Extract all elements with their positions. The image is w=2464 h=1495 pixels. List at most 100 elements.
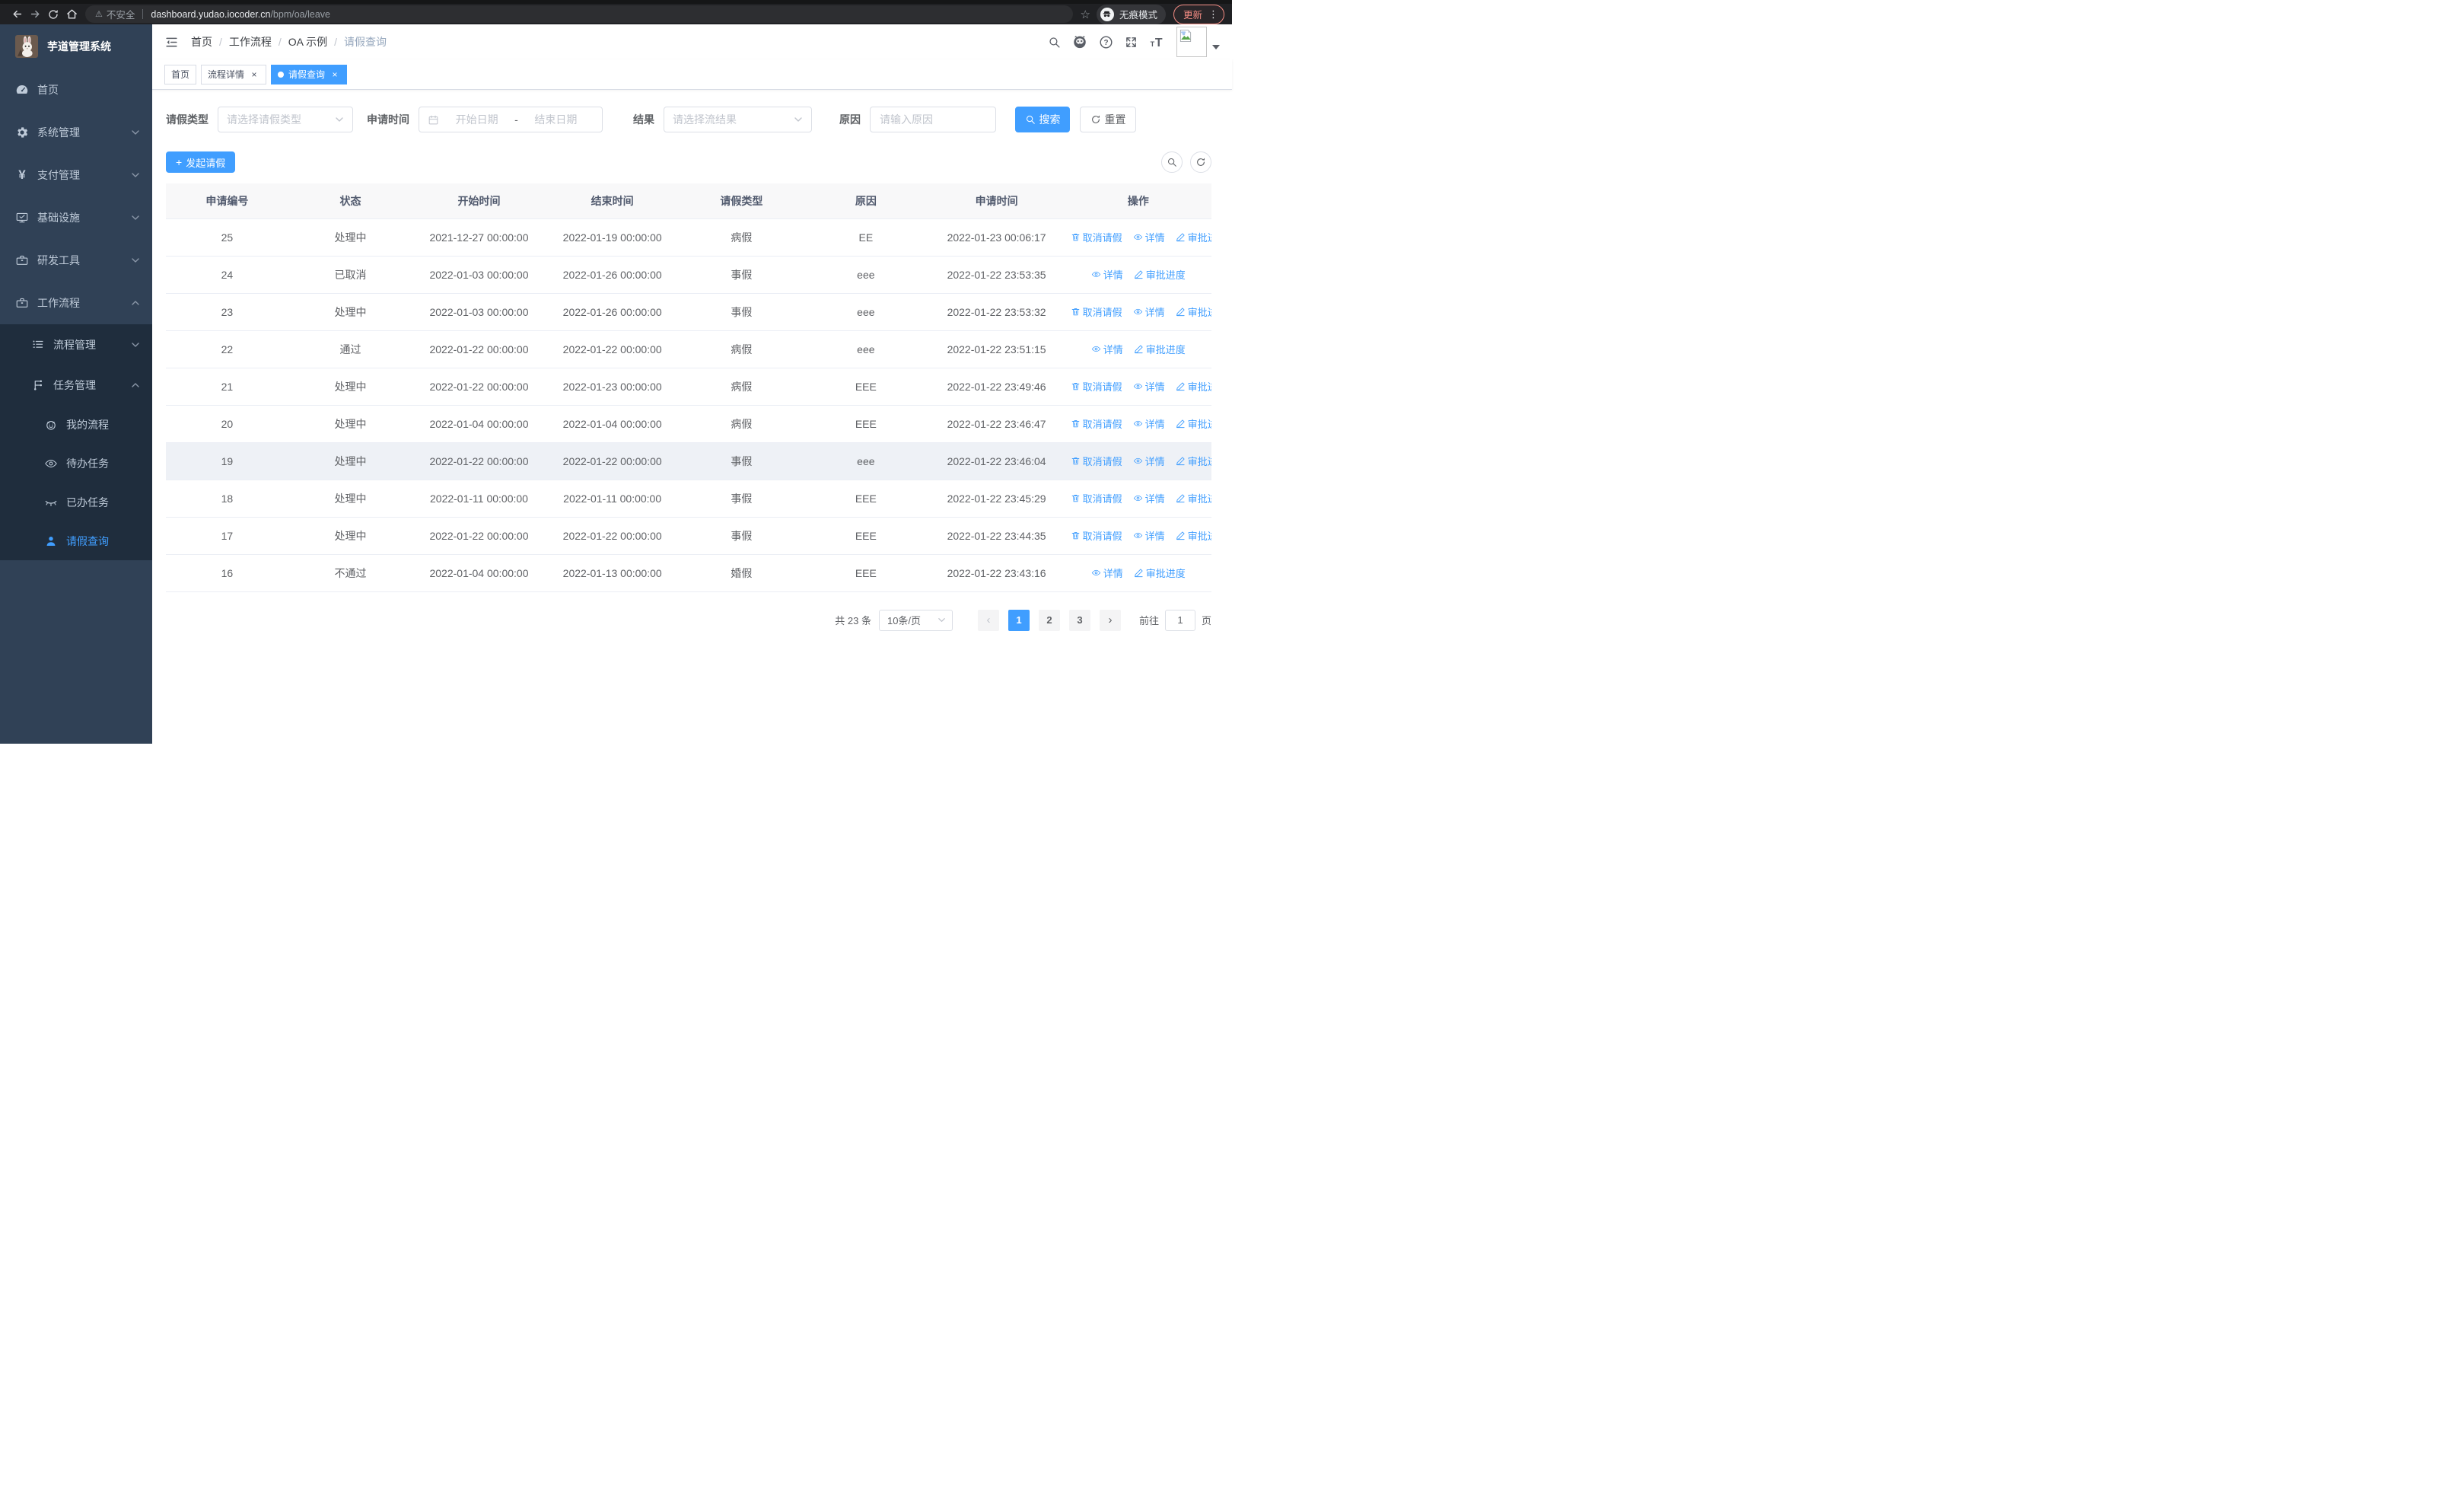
result-select[interactable]: 请选择流结果: [664, 107, 812, 132]
reason-input[interactable]: [871, 107, 995, 132]
cell-id: 23: [166, 293, 288, 331]
cancel-action-link[interactable]: 取消请假: [1071, 304, 1122, 319]
detail-action-link[interactable]: 详情: [1133, 491, 1165, 505]
detail-action-link[interactable]: 详情: [1133, 454, 1165, 468]
detail-action-link[interactable]: 详情: [1091, 342, 1123, 356]
sidebar-item-label: 支付管理: [37, 169, 80, 181]
cell-end-time: 2022-01-26 00:00:00: [545, 256, 680, 294]
cancel-action-link[interactable]: 取消请假: [1071, 528, 1122, 543]
cell-start-time: 2022-01-04 00:00:00: [412, 405, 546, 443]
github-icon[interactable]: [1072, 34, 1087, 49]
goto-suffix: 页: [1201, 615, 1211, 626]
sidebar-item-请假查询[interactable]: 请假查询: [0, 521, 152, 560]
help-icon[interactable]: [1099, 35, 1113, 49]
apply-time-range-picker[interactable]: 开始日期 - 结束日期: [419, 107, 603, 132]
sidebar-item-首页[interactable]: 首页: [0, 69, 152, 111]
browser-forward-icon[interactable]: [26, 5, 44, 24]
detail-action-link[interactable]: 详情: [1133, 304, 1165, 319]
progress-action-link[interactable]: 审批进度: [1134, 267, 1186, 282]
goto-page-input[interactable]: [1164, 609, 1195, 631]
progress-action-link[interactable]: 审批进度: [1176, 304, 1211, 319]
cell-start-time: 2022-01-04 00:00:00: [412, 554, 546, 592]
col-header-end: 结束时间: [545, 183, 680, 219]
browser-back-icon[interactable]: [8, 5, 26, 24]
refresh-table-button[interactable]: [1190, 151, 1211, 173]
detail-action-link[interactable]: 详情: [1133, 528, 1165, 543]
browser-reload-icon[interactable]: [44, 5, 62, 24]
cancel-action-link[interactable]: 取消请假: [1071, 230, 1122, 244]
breadcrumb-item[interactable]: 首页: [191, 34, 212, 49]
browser-update-button[interactable]: 更新 ⋮: [1173, 4, 1224, 24]
sidebar-item-任务管理[interactable]: 任务管理: [0, 365, 152, 405]
detail-action-link[interactable]: 详情: [1133, 230, 1165, 244]
start-date-placeholder[interactable]: 开始日期: [439, 112, 514, 127]
progress-action-link[interactable]: 审批进度: [1176, 230, 1211, 244]
sidebar-item-我的流程[interactable]: 我的流程: [0, 405, 152, 444]
detail-action-link[interactable]: 详情: [1133, 379, 1165, 394]
bookmark-star-icon[interactable]: ☆: [1081, 8, 1090, 21]
progress-action-link[interactable]: 审批进度: [1176, 454, 1211, 468]
cancel-action-link[interactable]: 取消请假: [1071, 379, 1122, 394]
cell-leave-type: 病假: [679, 218, 804, 257]
progress-action-link[interactable]: 审批进度: [1134, 342, 1186, 356]
fullscreen-icon[interactable]: [1125, 36, 1138, 49]
cancel-action-link[interactable]: 取消请假: [1071, 454, 1122, 468]
sidebar-item-研发工具[interactable]: 研发工具: [0, 239, 152, 282]
progress-action-link[interactable]: 审批进度: [1176, 379, 1211, 394]
close-icon[interactable]: ×: [329, 69, 340, 80]
sidebar-item-工作流程[interactable]: 工作流程: [0, 282, 152, 324]
app-logo[interactable]: 芋道管理系统: [0, 24, 152, 69]
progress-action-link[interactable]: 审批进度: [1176, 491, 1211, 505]
cell-leave-type: 病假: [679, 405, 804, 443]
col-header-actions: 操作: [1065, 183, 1211, 219]
tag-view-流程详情[interactable]: 流程详情 ×: [201, 64, 267, 84]
browser-menu-icon[interactable]: ⋮: [1208, 8, 1218, 21]
chevron-down-icon: [131, 340, 140, 349]
next-page-button[interactable]: ›: [1099, 609, 1121, 631]
tags-view-bar: 首页 × 流程详情 × 请假查询 ×: [152, 59, 1232, 90]
sidebar-item-流程管理[interactable]: 流程管理: [0, 324, 152, 365]
search-button[interactable]: 搜索: [1015, 107, 1070, 132]
cancel-action-link[interactable]: 取消请假: [1071, 491, 1122, 505]
avatar[interactable]: [1176, 27, 1207, 57]
detail-action-link[interactable]: 详情: [1133, 416, 1165, 431]
cell-id: 24: [166, 256, 288, 294]
header-search-icon[interactable]: [1048, 36, 1061, 49]
end-date-placeholder[interactable]: 结束日期: [518, 112, 594, 127]
cell-leave-type: 事假: [679, 256, 804, 294]
sidebar-item-基础设施[interactable]: 基础设施: [0, 196, 152, 239]
avatar-caret-icon[interactable]: [1212, 45, 1220, 49]
page-size-select[interactable]: 10条/页: [878, 609, 953, 631]
detail-action-link[interactable]: 详情: [1091, 566, 1123, 580]
close-icon[interactable]: ×: [249, 69, 259, 80]
toggle-search-button[interactable]: [1161, 151, 1183, 173]
breadcrumb-item[interactable]: 工作流程: [229, 34, 272, 49]
progress-action-link[interactable]: 审批进度: [1134, 566, 1186, 580]
address-bar[interactable]: ⚠ 不安全 dashboard.yudao.iocoder.cn/bpm/oa/…: [85, 5, 1073, 23]
progress-action-link[interactable]: 审批进度: [1176, 416, 1211, 431]
reset-button[interactable]: 重置: [1080, 107, 1136, 132]
page-button-3[interactable]: 3: [1068, 609, 1090, 631]
cell-actions: 详情 审批进度: [1065, 554, 1211, 592]
breadcrumb-item[interactable]: OA 示例: [288, 34, 327, 49]
leave-type-select[interactable]: 请选择请假类型: [218, 107, 353, 132]
sidebar-item-待办任务[interactable]: 待办任务: [0, 444, 152, 483]
prev-page-button[interactable]: ‹: [977, 609, 999, 631]
page-button-2[interactable]: 2: [1038, 609, 1060, 631]
sidebar-item-已办任务[interactable]: 已办任务: [0, 483, 152, 521]
cancel-action-link[interactable]: 取消请假: [1071, 416, 1122, 431]
sidebar-item-label: 基础设施: [37, 212, 80, 224]
font-size-icon[interactable]: [1149, 34, 1164, 49]
sidebar-item-系统管理[interactable]: 系统管理: [0, 111, 152, 154]
sidebar-fold-icon[interactable]: [164, 35, 179, 49]
chevron-down-icon: [131, 256, 140, 265]
sidebar-item-支付管理[interactable]: ¥ 支付管理: [0, 154, 152, 196]
progress-action-link[interactable]: 审批进度: [1176, 528, 1211, 543]
browser-home-icon[interactable]: [62, 5, 81, 24]
tag-view-请假查询[interactable]: 请假查询 ×: [271, 64, 348, 84]
gauge-icon: [15, 83, 29, 97]
page-button-1[interactable]: 1: [1008, 609, 1030, 631]
tag-view-首页[interactable]: 首页 ×: [164, 64, 197, 84]
create-leave-button[interactable]: + 发起请假: [166, 151, 236, 173]
detail-action-link[interactable]: 详情: [1091, 267, 1123, 282]
